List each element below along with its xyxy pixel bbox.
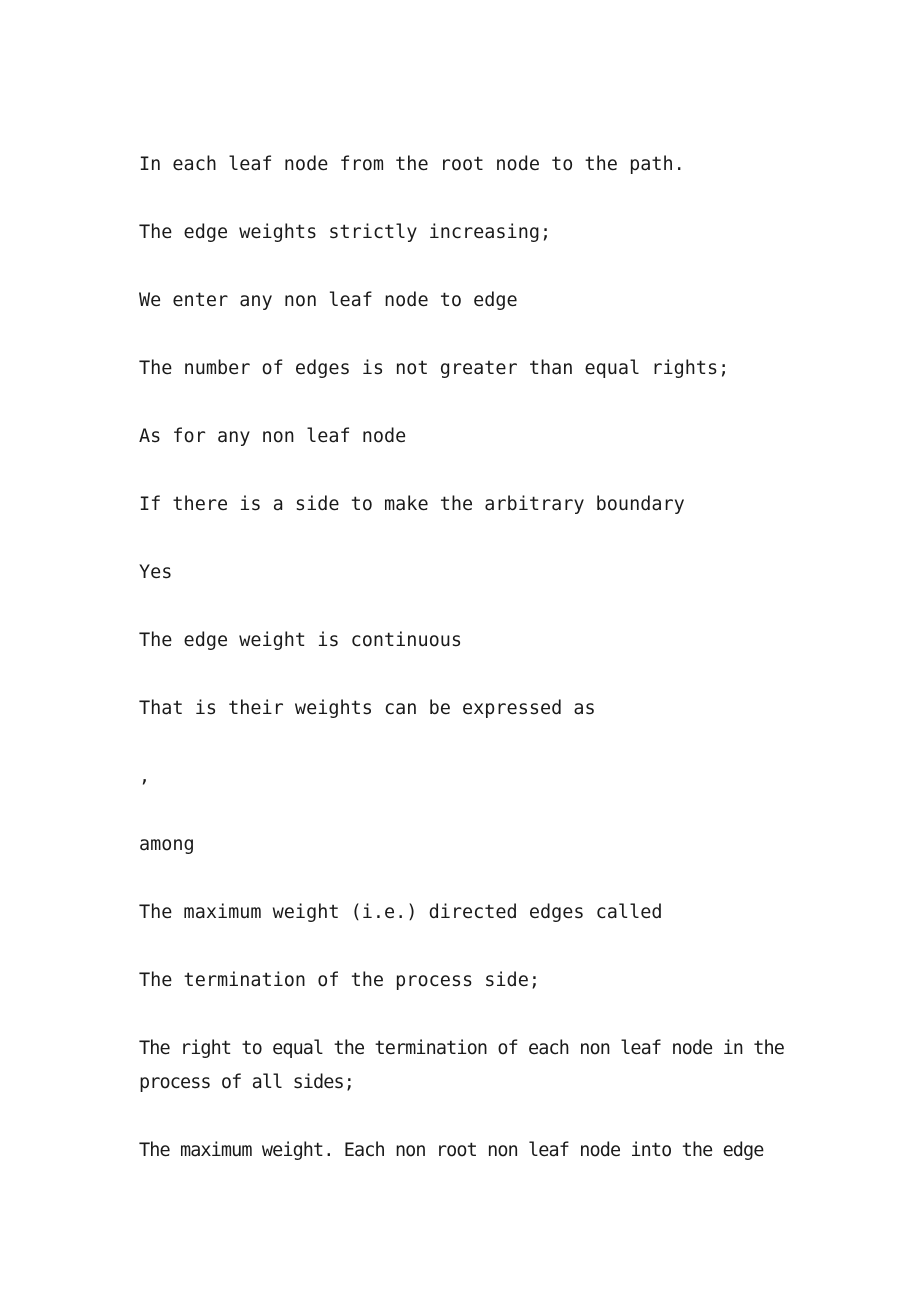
document-page: In each leaf node from the root node to … (0, 0, 920, 1302)
paragraph: As for any non leaf node (139, 426, 407, 447)
paragraph: That is their weights can be expressed a… (139, 698, 596, 719)
paragraph: Yes (139, 562, 173, 583)
paragraph: The edge weights strictly increasing; (139, 222, 552, 243)
paragraph: The maximum weight (i.e.) directed edges… (139, 902, 663, 923)
paragraph: The right to equal the termination of ea… (139, 1038, 785, 1093)
paragraph: We enter any non leaf node to edge (139, 290, 518, 311)
paragraph: The number of edges is not greater than … (139, 358, 730, 379)
paragraph: The maximum weight. Each non root non le… (139, 1140, 764, 1161)
paragraph: , (139, 766, 151, 787)
paragraph: In each leaf node from the root node to … (139, 154, 685, 175)
paragraph: The edge weight is continuous (139, 630, 463, 651)
paragraph: If there is a side to make the arbitrary… (139, 494, 685, 515)
paragraph: The termination of the process side; (139, 970, 540, 991)
paragraph: among (139, 834, 195, 855)
